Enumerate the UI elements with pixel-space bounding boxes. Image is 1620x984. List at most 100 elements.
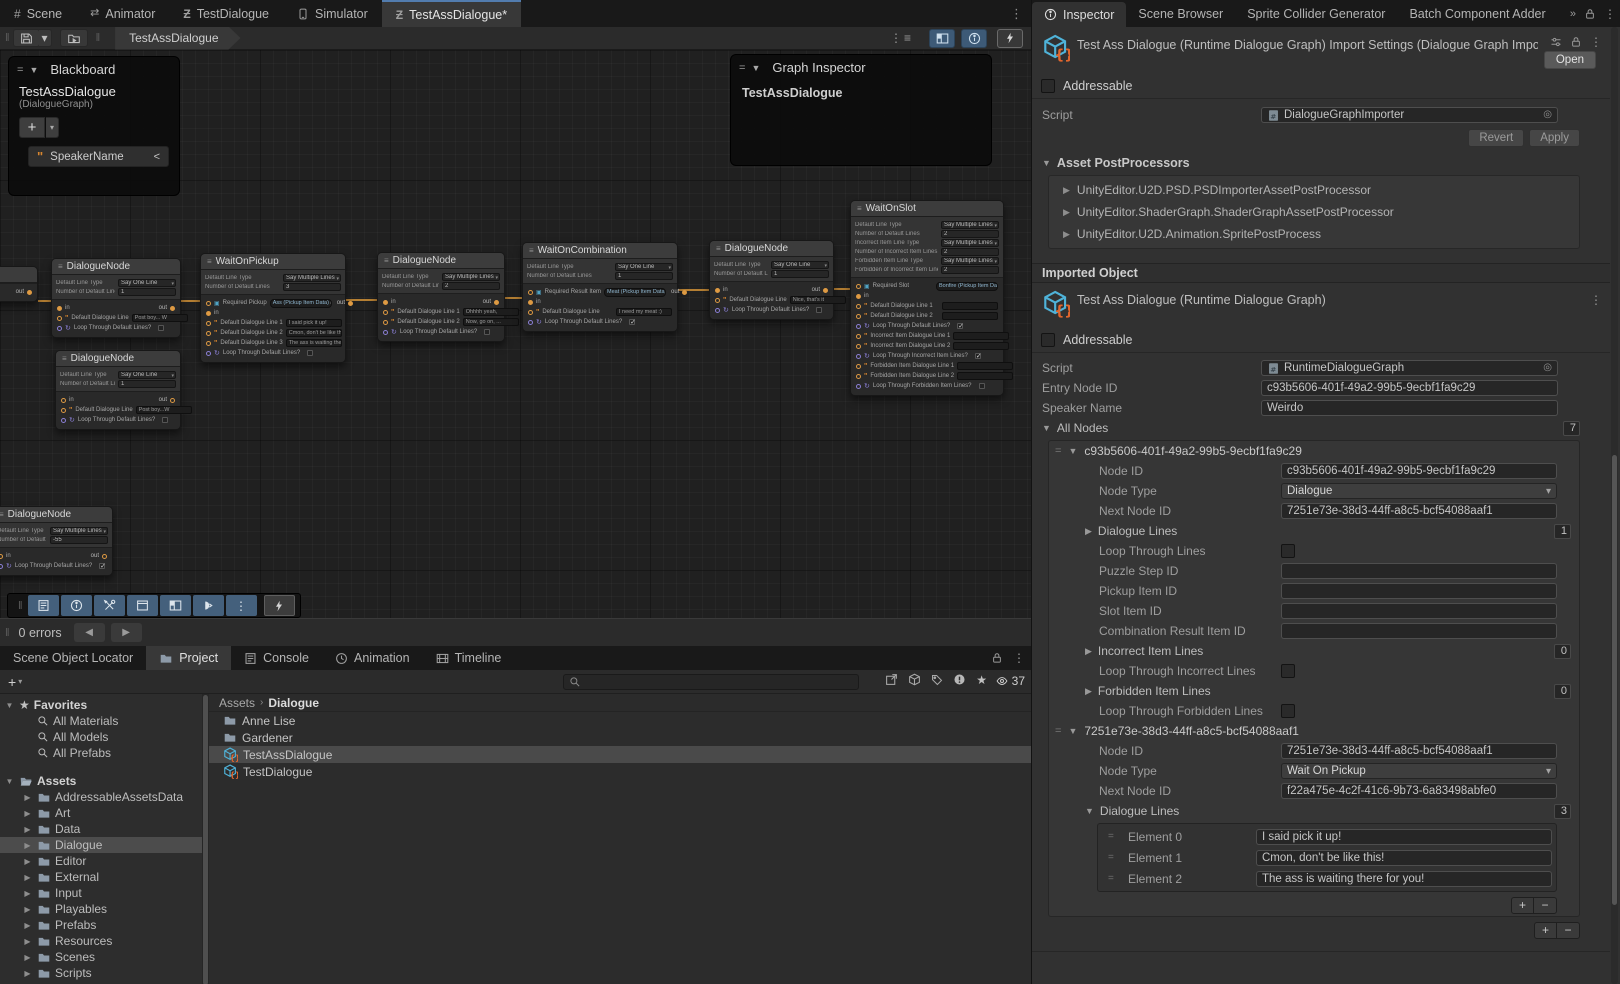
addressable-checkbox[interactable] xyxy=(1041,79,1055,93)
bool-port[interactable] xyxy=(0,564,3,569)
file-item-testdialogue[interactable]: {}TestDialogue xyxy=(209,763,1031,780)
line-value-field[interactable]: Cmon, don't be like this! xyxy=(286,329,342,337)
collapse-arrow-icon[interactable]: ▼ xyxy=(29,65,38,75)
bool-port[interactable] xyxy=(856,384,861,389)
dialogue-graph-canvas[interactable]: = ▼ Blackboard TestAssDialogue (Dialogue… xyxy=(0,50,1031,618)
object-port[interactable] xyxy=(856,284,861,289)
tree-item-dialogue[interactable]: ▶Dialogue xyxy=(0,837,202,853)
field-value[interactable]: 7251e73e-38d3-44ff-a8c5-bcf54088aaf1 xyxy=(1281,743,1557,759)
line-value-field[interactable]: Now, go on, ... xyxy=(463,318,519,326)
node-field-dropdown[interactable]: Say Multiple Lines xyxy=(941,257,999,265)
inspector-tab-batch-component-adder[interactable]: Batch Component Adder xyxy=(1397,0,1557,27)
graph-node-dialoguenode[interactable]: ≡DialogueNodeDefault Line TypeSay Multip… xyxy=(0,506,113,576)
tree-arrow-icon[interactable]: ▶ xyxy=(22,825,33,834)
collapse-icon[interactable]: < xyxy=(154,151,160,163)
kebab-icon[interactable]: ⋮ xyxy=(1590,35,1602,49)
graph-inspector-toggle[interactable] xyxy=(961,29,987,48)
input-port[interactable] xyxy=(715,288,720,293)
addressable-checkbox[interactable] xyxy=(1041,333,1055,347)
object-field[interactable]: Meat (Pickup Item Data)◎ xyxy=(604,288,666,297)
bottom-tab-project[interactable]: Project xyxy=(146,646,231,670)
asset-postprocessors-foldout[interactable]: ▼ Asset PostProcessors xyxy=(1032,151,1610,175)
drag-handle-icon[interactable]: ‖ xyxy=(18,600,21,612)
output-port[interactable] xyxy=(348,301,353,306)
blackboard-panel[interactable]: = ▼ Blackboard TestAssDialogue (Dialogue… xyxy=(8,56,180,196)
breadcrumb-root[interactable]: Assets xyxy=(219,696,255,710)
drag-handle-icon[interactable]: = xyxy=(1055,725,1061,737)
foldout[interactable]: ▶Dialogue Lines xyxy=(1049,524,1177,538)
postprocessor-item[interactable]: ▶UnityEditor.ShaderGraph.ShaderGraphAsse… xyxy=(1049,201,1579,223)
tree-arrow-icon[interactable]: ▶ xyxy=(22,953,33,962)
node-field-dropdown[interactable]: Say Multiple Lines xyxy=(442,273,500,281)
loop-checkbox[interactable] xyxy=(816,307,822,313)
field-dropdown[interactable]: Wait On Pickup xyxy=(1281,763,1557,779)
tree-arrow-icon[interactable]: ▶ xyxy=(22,905,33,914)
line-port[interactable] xyxy=(57,316,62,321)
line-port[interactable] xyxy=(206,321,211,326)
node-collapse-icon[interactable]: ≡ xyxy=(716,244,721,253)
node-field-dropdown[interactable]: Say Multiple Lines xyxy=(941,239,999,247)
line-value-field[interactable] xyxy=(953,332,1009,340)
node-field-value[interactable]: 1 xyxy=(771,270,829,278)
line-value-field[interactable] xyxy=(957,362,1013,370)
list-size-field[interactable]: 3 xyxy=(1554,804,1571,819)
tree-arrow-icon[interactable]: ▼ xyxy=(4,777,15,786)
tab-overflow-icon[interactable]: » xyxy=(1570,8,1576,20)
element-value[interactable]: Cmon, don't be like this! xyxy=(1256,850,1552,866)
remove-element-button[interactable]: − xyxy=(1534,898,1556,913)
graph-inspector-panel[interactable]: = ▼ Graph Inspector TestAssDialogue xyxy=(730,54,992,166)
toggle-transition-button[interactable] xyxy=(193,595,224,616)
file-item-gardener[interactable]: Gardener xyxy=(209,729,1031,746)
tree-arrow-icon[interactable]: ▶ xyxy=(22,937,33,946)
element-value[interactable]: The ass is waiting there for you! xyxy=(1256,871,1552,887)
inspector-scrollbar[interactable] xyxy=(1611,27,1618,984)
graph-debug-toggle[interactable] xyxy=(264,595,295,616)
tree-item-prefabs[interactable]: ▶Prefabs xyxy=(0,917,202,933)
graph-node-dialoguenode[interactable]: ≡DialogueNodeDefault Line TypeSay Multip… xyxy=(377,252,505,342)
line-port[interactable] xyxy=(61,408,66,413)
tree-item-external[interactable]: ▶External xyxy=(0,869,202,885)
field-value[interactable] xyxy=(1281,623,1557,639)
blackboard-property-speakername[interactable]: " SpeakerName < xyxy=(28,146,169,167)
collapse-arrow-icon[interactable]: ▼ xyxy=(751,63,760,73)
kebab-icon[interactable]: ⋮ xyxy=(1604,7,1616,21)
tree-item-scripts[interactable]: ▶Scripts xyxy=(0,965,202,981)
input-port[interactable] xyxy=(61,398,66,403)
line-port[interactable] xyxy=(856,344,861,349)
remove-node-button[interactable]: − xyxy=(1557,923,1579,938)
inspector-tab-sprite-collider-generator[interactable]: Sprite Collider Generator xyxy=(1235,0,1397,27)
create-asset-button[interactable]: +▾ xyxy=(8,674,22,690)
loop-checkbox[interactable] xyxy=(975,353,981,359)
field-value[interactable] xyxy=(1281,563,1557,579)
object-port[interactable] xyxy=(528,290,533,295)
kebab-icon[interactable]: ⋮ xyxy=(1013,651,1025,665)
line-port[interactable] xyxy=(206,331,211,336)
field-value[interactable]: 7251e73e-38d3-44ff-a8c5-bcf54088aaf1 xyxy=(1281,503,1557,519)
toggle-window-button[interactable] xyxy=(127,595,158,616)
foldout[interactable]: ▶Incorrect Item Lines xyxy=(1049,644,1203,658)
add-element-button[interactable]: + xyxy=(1512,898,1534,913)
line-value-field[interactable] xyxy=(953,342,1009,350)
value-checkbox[interactable] xyxy=(1281,704,1295,718)
input-port[interactable] xyxy=(528,300,533,305)
tree-item-editor[interactable]: ▶Editor xyxy=(0,853,202,869)
line-port[interactable] xyxy=(383,310,388,315)
node-field-value[interactable]: 1 xyxy=(615,272,673,280)
input-port[interactable] xyxy=(383,300,388,305)
node-field-value[interactable]: 3 xyxy=(283,283,341,291)
doc-tab-testassdialogue[interactable]: ƵTestAssDialogue* xyxy=(382,0,521,27)
line-value-field[interactable]: The ass is waiting there for y xyxy=(286,339,342,347)
add-node-button[interactable]: + xyxy=(1535,923,1557,938)
loop-checkbox[interactable] xyxy=(979,383,985,389)
add-property-dropdown[interactable]: ▾ xyxy=(46,117,59,138)
save-button[interactable] xyxy=(13,29,40,47)
kebab-icon[interactable]: ⋮ xyxy=(1590,293,1602,307)
postprocessor-item[interactable]: ▶UnityEditor.U2D.Animation.SpritePostPro… xyxy=(1049,223,1579,245)
previous-error-button[interactable]: ◀ xyxy=(74,623,105,642)
tree-item-addressableassetsdata[interactable]: ▶AddressableAssetsData xyxy=(0,789,202,805)
all-nodes-count-field[interactable]: 7 xyxy=(1563,421,1580,436)
tree-item-playables[interactable]: ▶Playables xyxy=(0,901,202,917)
list-size-field[interactable]: 0 xyxy=(1554,644,1571,659)
tree-arrow-icon[interactable]: ▼ xyxy=(4,701,15,710)
node-field-dropdown[interactable]: Say Multiple Lines xyxy=(50,527,108,535)
